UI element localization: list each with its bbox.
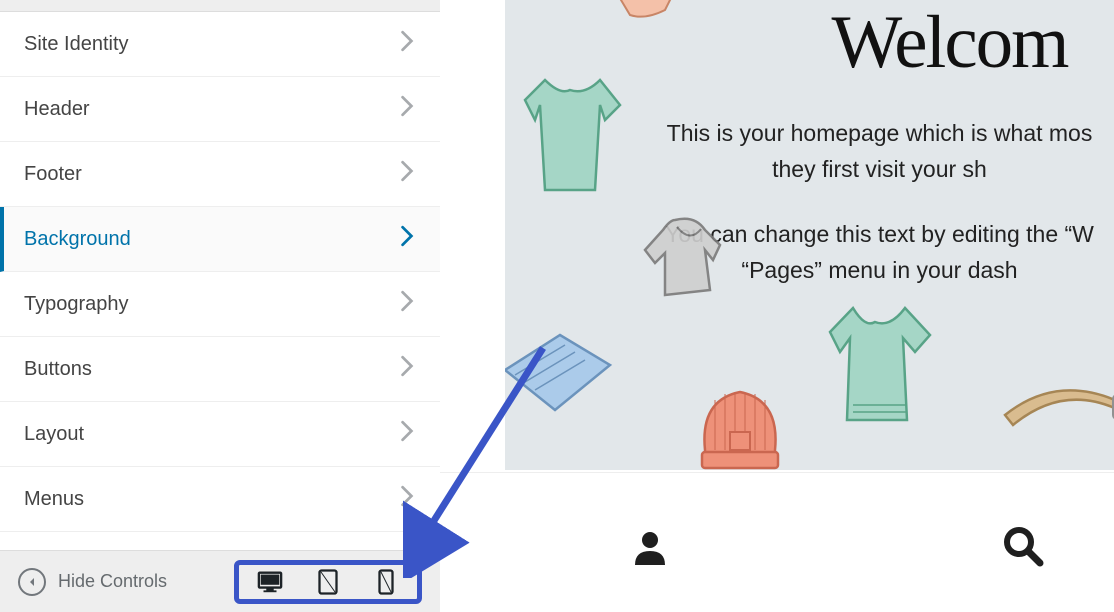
panel-item-layout[interactable]: Layout	[0, 402, 440, 467]
search-icon[interactable]	[1002, 525, 1044, 572]
panel-item-site-identity[interactable]: Site Identity	[0, 12, 440, 77]
chevron-right-icon	[400, 225, 414, 253]
chevron-right-icon	[400, 160, 414, 188]
panel-header-gap	[0, 0, 440, 12]
mobile-icon[interactable]	[373, 571, 399, 593]
preview-pane: Welcom This is your homepage which is wh…	[440, 0, 1114, 612]
chevron-right-icon	[400, 420, 414, 448]
account-icon[interactable]	[630, 527, 670, 572]
hero-paragraph-line: “Pages” menu in your dash	[741, 257, 1017, 283]
customizer-panel-list: Site Identity Header Footer Background T…	[0, 12, 440, 550]
panel-item-typography[interactable]: Typography	[0, 272, 440, 337]
hero-title: Welcom	[785, 0, 1114, 86]
illustration-beanie-icon	[690, 380, 790, 470]
chevron-right-icon	[400, 290, 414, 318]
chevron-right-icon	[400, 355, 414, 383]
hide-controls-label: Hide Controls	[58, 571, 167, 592]
illustration-belt-icon	[995, 370, 1114, 450]
panel-item-footer[interactable]: Footer	[0, 142, 440, 207]
tablet-icon[interactable]	[315, 571, 341, 593]
preview-footer-bar	[440, 472, 1114, 612]
desktop-icon[interactable]	[257, 571, 283, 593]
illustration-fabric-icon	[505, 330, 620, 420]
panel-item-menus[interactable]: Menus	[0, 467, 440, 532]
chevron-right-icon	[400, 30, 414, 58]
homepage-hero: Welcom This is your homepage which is wh…	[505, 0, 1114, 470]
illustration-hoodie-icon	[635, 215, 735, 305]
illustration-shirt-icon	[515, 70, 630, 200]
panel-item-label: Footer	[24, 163, 82, 186]
illustration-shirt-icon	[605, 0, 695, 30]
panel-item-label: Menus	[24, 488, 84, 511]
panel-item-label: Buttons	[24, 358, 92, 381]
illustration-sweater-icon	[815, 300, 945, 440]
customizer-sidebar: Site Identity Header Footer Background T…	[0, 0, 440, 612]
chevron-right-icon	[400, 95, 414, 123]
panel-item-label: Layout	[24, 423, 84, 446]
collapse-left-icon	[18, 568, 46, 596]
panel-item-label: Site Identity	[24, 33, 129, 56]
hero-paragraph-line: This is your homepage which is what mos	[667, 120, 1093, 146]
device-preview-switcher	[234, 560, 422, 604]
hero-paragraph-line: they first visit your sh	[772, 156, 987, 182]
chevron-right-icon	[400, 485, 414, 513]
panel-item-buttons[interactable]: Buttons	[0, 337, 440, 402]
panel-item-label: Background	[24, 228, 131, 251]
hide-controls-button[interactable]: Hide Controls	[18, 568, 167, 596]
panel-item-background[interactable]: Background	[0, 207, 440, 272]
panel-item-header[interactable]: Header	[0, 77, 440, 142]
panel-item-label: Typography	[24, 293, 129, 316]
customizer-bottom-bar: Hide Controls	[0, 550, 440, 612]
panel-item-label: Header	[24, 98, 90, 121]
